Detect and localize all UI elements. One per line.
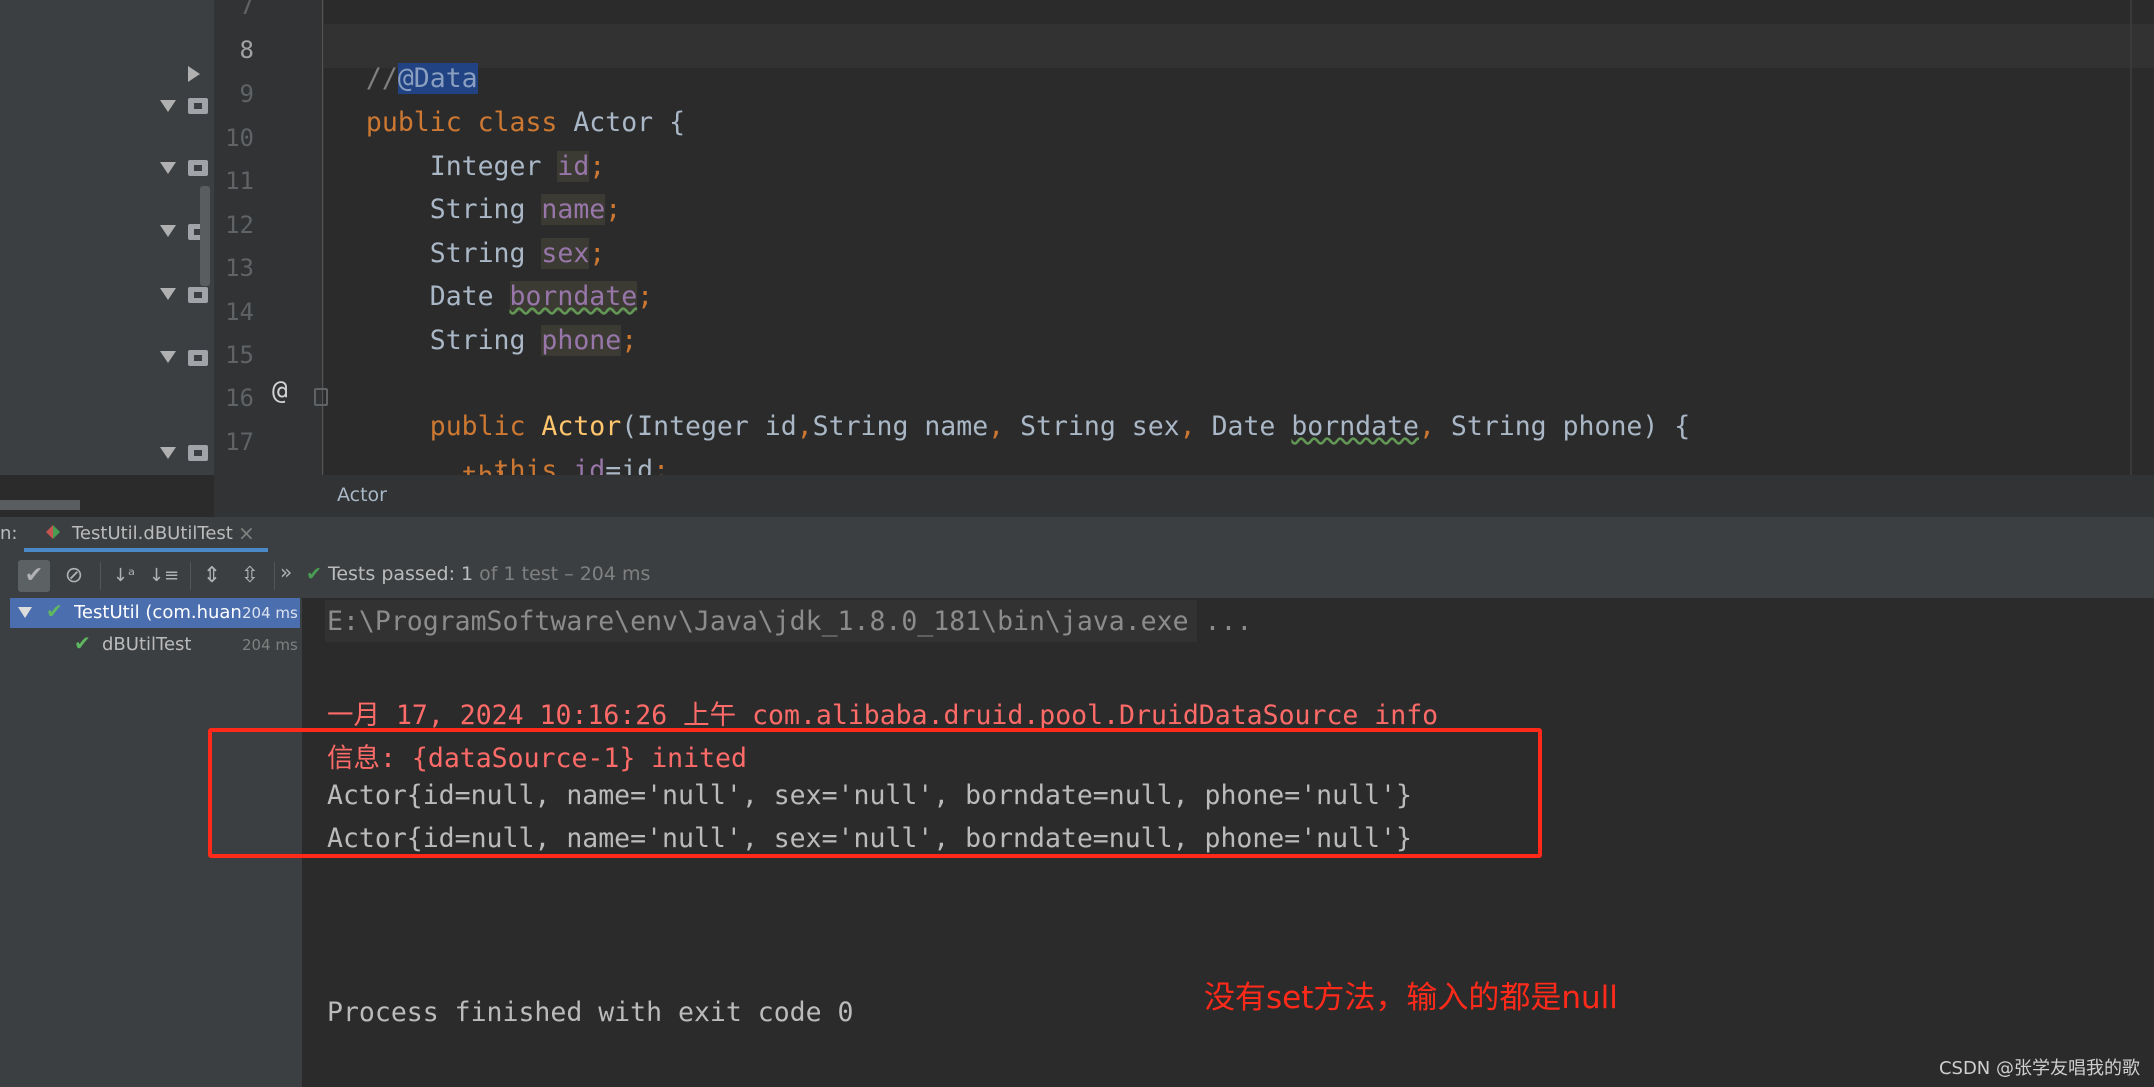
close-icon[interactable]: × — [238, 521, 255, 545]
tree-row-selected[interactable]: ✔ TestUtil (com.huan 204 ms — [10, 598, 300, 628]
collapse-arrow-icon[interactable] — [160, 162, 176, 174]
check-icon: ✔ — [74, 631, 91, 655]
show-passed-icon[interactable]: ✔ — [18, 560, 50, 592]
folder-icon — [188, 287, 208, 303]
collapse-all-icon[interactable]: ⇳ — [234, 560, 266, 592]
line-number: 16 — [225, 384, 254, 412]
folder-icon — [188, 98, 208, 114]
check-icon: ✔ — [306, 563, 322, 585]
tree-item-time: 204 ms — [242, 636, 298, 654]
tab-run-test[interactable]: TestUtil.dBUtilTest × — [24, 517, 268, 552]
collapse-arrow-icon[interactable] — [160, 447, 176, 459]
toolbar-divider — [100, 562, 101, 590]
collapse-arrow-icon[interactable] — [160, 288, 176, 300]
horizontal-scrollbar[interactable] — [0, 500, 80, 510]
current-line-highlight — [324, 24, 2154, 68]
line-number: 13 — [225, 254, 254, 282]
line-number: 9 — [239, 80, 254, 108]
sort-duration-icon[interactable]: ↓≡ — [148, 560, 180, 592]
line-number: 10 — [225, 124, 254, 152]
folder-icon — [188, 445, 208, 461]
show-ignored-icon[interactable]: ⊘ — [58, 560, 90, 592]
line-number: 15 — [225, 341, 254, 369]
run-config-icon — [46, 525, 53, 539]
line-number: 17 — [225, 428, 254, 456]
collapse-arrow-icon[interactable] — [160, 225, 176, 237]
breadcrumb-bar: Actor — [214, 475, 2154, 518]
folder-icon — [188, 350, 208, 366]
line-number: 14 — [225, 298, 254, 326]
tree-item-time: 204 ms — [242, 604, 298, 622]
tree-item-label: dBUtilTest — [102, 634, 192, 655]
line-number: 12 — [225, 211, 254, 239]
project-tool-strip — [0, 0, 214, 510]
scrollbar-thumb[interactable] — [200, 186, 210, 286]
line-number: 11 — [225, 167, 254, 195]
annotation-box — [208, 728, 1542, 858]
fold-marker-icon[interactable] — [314, 388, 328, 406]
tab-title: TestUtil.dBUtilTest — [72, 523, 233, 544]
line-number: 7 — [239, 0, 254, 20]
more-actions-icon[interactable]: » — [280, 560, 292, 584]
tree-item-label: TestUtil (com.huan — [74, 602, 242, 623]
collapse-arrow-icon[interactable] — [160, 351, 176, 363]
editor-right-margin — [2130, 0, 2132, 475]
watermark: CSDN @张学友唱我的歌 — [1938, 1058, 2140, 1079]
log-line: 一月 17, 2024 10:16:26 上午 com.alibaba.drui… — [327, 700, 1439, 731]
java-command-line: E:\ProgramSoftware\env\Java\jdk_1.8.0_18… — [327, 606, 1253, 637]
sort-alpha-icon[interactable]: ↓ᵃ — [108, 560, 140, 592]
collapse-arrow-icon[interactable] — [160, 100, 176, 112]
expand-arrow-icon[interactable] — [18, 607, 32, 618]
run-tabs-bar: n: TestUtil.dBUtilTest × — [0, 517, 2154, 553]
breadcrumb[interactable]: Actor — [337, 484, 387, 506]
folder-icon — [188, 160, 208, 176]
annotation-text: 没有set方法，输入的都是null — [1204, 980, 1618, 1016]
code-line-18: thi — [334, 462, 510, 475]
expand-all-icon[interactable]: ⇕ — [196, 560, 228, 592]
run-config-icon-right — [53, 525, 60, 539]
expand-arrow-icon[interactable] — [188, 66, 200, 82]
test-status: ✔ Tests passed: 1 of 1 test – 204 ms — [306, 563, 651, 585]
toolbar-divider — [274, 562, 275, 590]
override-marker-icon[interactable]: @ — [272, 376, 288, 406]
code-line-14: String phone; — [365, 325, 638, 356]
run-label: n: — [0, 523, 18, 544]
toolbar-divider — [190, 562, 191, 590]
line-number: 8 — [239, 36, 254, 64]
code-line-18-clip: thi — [324, 462, 2154, 475]
tree-row[interactable]: ✔ dBUtilTest 204 ms — [10, 630, 300, 660]
check-icon: ✔ — [46, 599, 63, 623]
exit-line: Process finished with exit code 0 — [327, 997, 854, 1028]
